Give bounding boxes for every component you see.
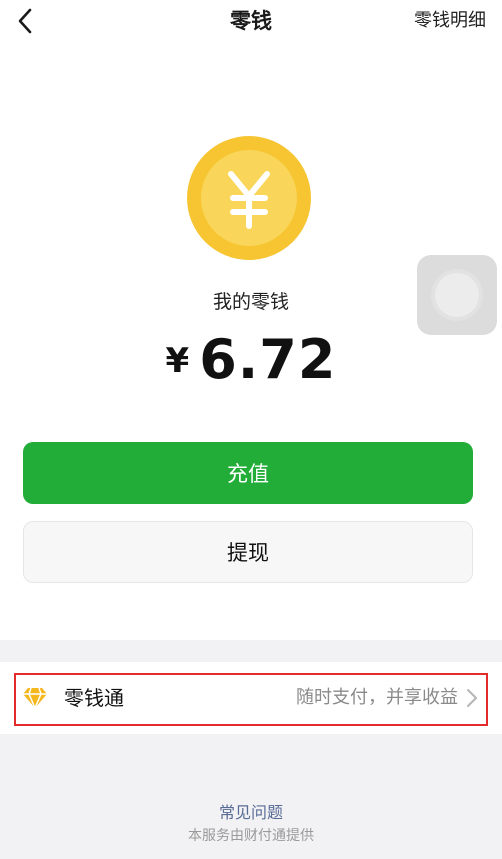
yen-coin-icon (187, 136, 311, 260)
withdraw-button[interactable]: 提现 (23, 521, 473, 583)
currency-symbol: ¥ (165, 341, 190, 381)
lingqiantong-title: 零钱通 (64, 686, 124, 710)
balance-value: 6.72 (199, 328, 337, 391)
lingqiantong-description: 随时支付，并享收益 (296, 687, 458, 708)
diamond-icon (23, 687, 47, 710)
balance-detail-link[interactable]: 零钱明细 (414, 6, 486, 36)
navigation-bar: 零钱 零钱明细 (0, 0, 502, 44)
recharge-button[interactable]: 充值 (23, 442, 473, 504)
balance-amount: ¥6.72 (0, 328, 502, 391)
service-provider-text: 本服务由财付通提供 (188, 828, 314, 844)
faq-link[interactable]: 常见问题 (0, 799, 502, 823)
chevron-right-icon (467, 689, 477, 707)
balance-label: 我的零钱 (212, 291, 289, 313)
